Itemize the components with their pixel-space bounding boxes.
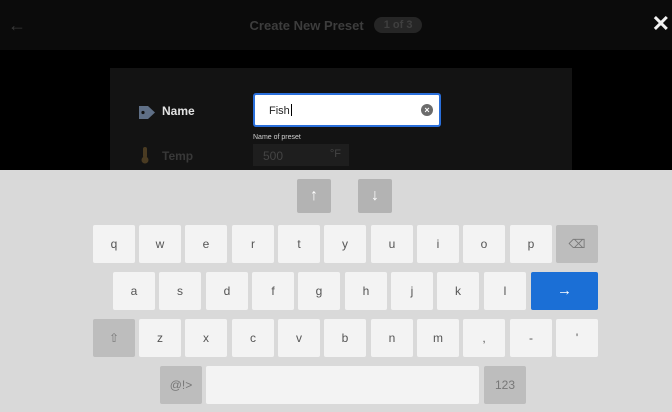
step-badge: 1 of 3: [373, 17, 423, 33]
shift-key[interactable]: ⇧: [93, 319, 135, 357]
text-caret: [290, 104, 292, 116]
clear-input-icon[interactable]: ×: [421, 104, 433, 116]
space-bar[interactable]: [206, 366, 479, 404]
symbols-key[interactable]: @!>: [160, 366, 202, 404]
on-screen-keyboard: ↑ ↓ q w e r t y u i o p ⌫ a s d f g h j …: [0, 170, 672, 412]
name-input-value: Fish: [269, 104, 292, 117]
key-z[interactable]: z: [139, 319, 181, 357]
page-title: Create New Preset: [249, 17, 364, 33]
key-m[interactable]: m: [417, 319, 459, 357]
key-p[interactable]: p: [510, 225, 552, 263]
name-label: Name: [162, 104, 195, 118]
enter-key[interactable]: →: [531, 272, 598, 310]
temp-value: 500: [263, 149, 284, 163]
key-apostrophe[interactable]: ': [556, 319, 598, 357]
key-comma[interactable]: ,: [463, 319, 505, 357]
key-c[interactable]: c: [232, 319, 274, 357]
name-helper-text: Name of preset: [253, 134, 301, 141]
key-j[interactable]: j: [391, 272, 433, 310]
arrow-right-icon: →: [557, 282, 572, 299]
arrow-down-key[interactable]: ↓: [358, 179, 392, 213]
close-icon[interactable]: ✕: [652, 13, 670, 35]
key-n[interactable]: n: [371, 319, 413, 357]
backspace-icon: ⌫: [568, 237, 586, 251]
key-s[interactable]: s: [159, 272, 201, 310]
backspace-key[interactable]: ⌫: [556, 225, 598, 263]
key-v[interactable]: v: [278, 319, 320, 357]
key-o[interactable]: o: [463, 225, 505, 263]
shift-icon: ⇧: [108, 331, 120, 345]
key-a[interactable]: a: [113, 272, 155, 310]
key-y[interactable]: y: [324, 225, 366, 263]
name-input[interactable]: Fish ×: [253, 93, 441, 127]
key-hyphen[interactable]: -: [510, 319, 552, 357]
key-i[interactable]: i: [417, 225, 459, 263]
header-bar: ← Create New Preset 1 of 3 ✕: [0, 0, 672, 50]
key-f[interactable]: f: [252, 272, 294, 310]
key-e[interactable]: e: [185, 225, 227, 263]
key-w[interactable]: w: [139, 225, 181, 263]
temp-unit: °F: [329, 148, 341, 160]
numbers-key[interactable]: 123: [484, 366, 526, 404]
temp-label: Temp: [162, 149, 194, 163]
key-d[interactable]: d: [206, 272, 248, 310]
thermometer-icon: [141, 147, 149, 164]
key-u[interactable]: u: [371, 225, 413, 263]
key-b[interactable]: b: [324, 319, 366, 357]
title-group: Create New Preset 1 of 3: [0, 17, 672, 33]
temp-input[interactable]: 500 °F: [253, 144, 349, 166]
key-q[interactable]: q: [93, 225, 135, 263]
key-x[interactable]: x: [185, 319, 227, 357]
key-h[interactable]: h: [345, 272, 387, 310]
arrow-up-key[interactable]: ↑: [297, 179, 331, 213]
key-t[interactable]: t: [278, 225, 320, 263]
key-r[interactable]: r: [232, 225, 274, 263]
tag-icon: [139, 106, 155, 119]
key-l[interactable]: l: [484, 272, 526, 310]
key-g[interactable]: g: [298, 272, 340, 310]
key-k[interactable]: k: [437, 272, 479, 310]
